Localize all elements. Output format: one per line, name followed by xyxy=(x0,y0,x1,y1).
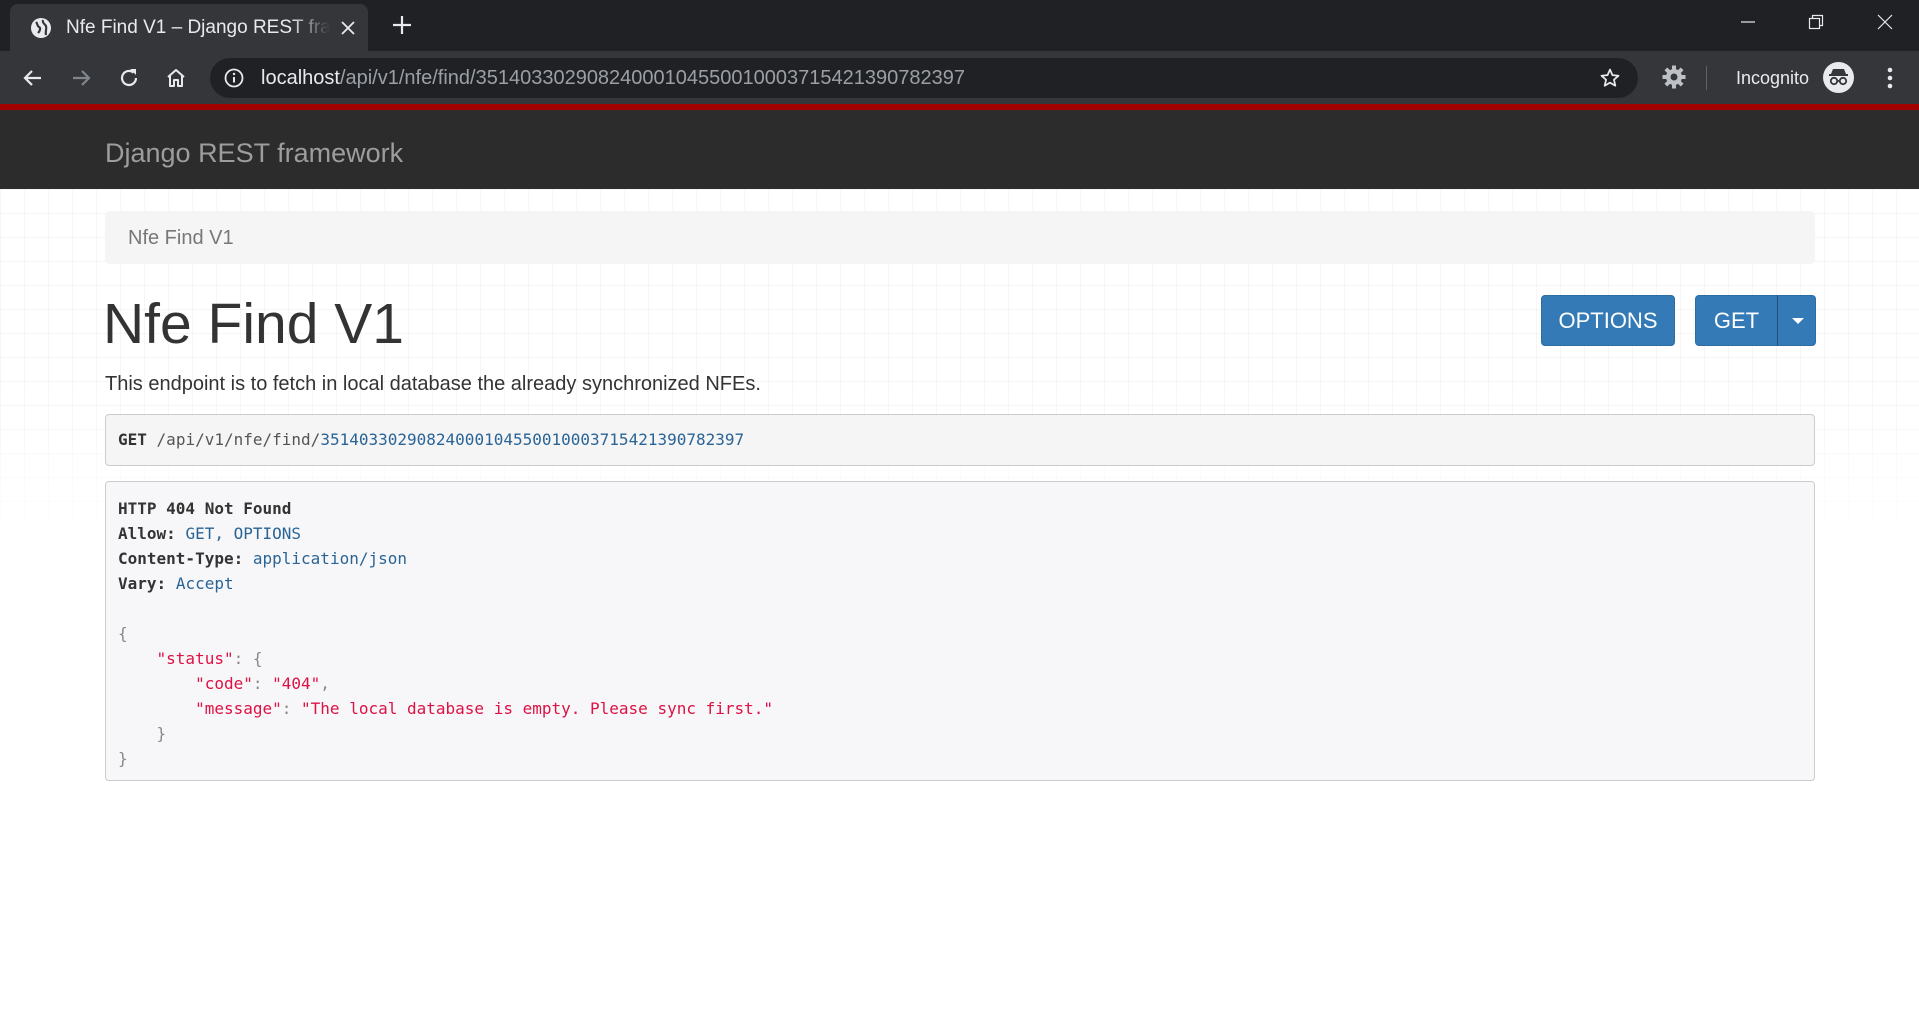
forward-icon[interactable] xyxy=(67,64,95,92)
request-method: GET xyxy=(118,430,147,449)
header-name: Content-Type: xyxy=(118,549,244,568)
toolbar-divider xyxy=(1706,66,1707,90)
drf-navbar: Django REST framework xyxy=(0,104,1919,189)
more-icon[interactable] xyxy=(1878,65,1902,91)
options-button[interactable]: OPTIONS xyxy=(1541,295,1675,346)
json-key-code: "code" xyxy=(195,674,253,693)
home-icon[interactable] xyxy=(162,64,190,92)
response-status-line: HTTP 404 Not Found xyxy=(118,499,292,518)
browser-tab[interactable]: Nfe Find V1 – Django REST framework xyxy=(10,4,368,51)
get-button[interactable]: GET xyxy=(1695,295,1778,346)
json-key-message: "message" xyxy=(195,699,282,718)
url-host: localhost xyxy=(261,67,340,89)
request-path-prefix: /api/v1/nfe/find/ xyxy=(156,430,321,449)
restore-icon[interactable] xyxy=(1786,0,1846,44)
request-info: GET /api/v1/nfe/find/3514033029082400010… xyxy=(105,414,1815,466)
browser-toolbar: localhost/api/v1/nfe/find/35140330290824… xyxy=(0,51,1919,104)
window-close-icon[interactable] xyxy=(1855,0,1915,44)
star-icon[interactable] xyxy=(1599,67,1621,89)
breadcrumb: Nfe Find V1 xyxy=(105,211,1815,264)
json-value-code: "404" xyxy=(272,674,321,693)
header-value: GET, OPTIONS xyxy=(185,524,302,543)
json-key-status: "status" xyxy=(156,649,234,668)
page-title: Nfe Find V1 xyxy=(103,292,404,356)
info-icon[interactable] xyxy=(224,68,244,88)
plus-icon[interactable] xyxy=(390,13,414,37)
caret-down-icon xyxy=(1792,318,1804,324)
incognito-icon[interactable] xyxy=(1823,62,1854,93)
minimize-icon[interactable] xyxy=(1718,0,1778,44)
url-path: /api/v1/nfe/find/35140330290824000104550… xyxy=(339,67,965,89)
breadcrumb-item-active: Nfe Find V1 xyxy=(128,227,234,249)
header-name: Vary: xyxy=(118,574,167,593)
close-icon[interactable] xyxy=(338,18,358,38)
request-path-key: 3514033029082400010455001000371542139078… xyxy=(320,430,745,449)
endpoint-description: This endpoint is to fetch in local datab… xyxy=(105,373,761,395)
header-value: Accept xyxy=(175,574,234,593)
extension-gear-icon[interactable] xyxy=(1661,64,1687,90)
globe-icon xyxy=(30,17,52,39)
address-bar[interactable]: localhost/api/v1/nfe/find/35140330290824… xyxy=(210,58,1638,98)
reload-icon[interactable] xyxy=(115,64,143,92)
url-text: localhost/api/v1/nfe/find/35140330290824… xyxy=(261,67,965,89)
json-value-message: "The local database is empty. Please syn… xyxy=(301,699,774,718)
get-format-dropdown-toggle[interactable] xyxy=(1777,295,1816,346)
navbar-brand[interactable]: Django REST framework xyxy=(105,138,403,168)
tab-title: Nfe Find V1 – Django REST framework xyxy=(66,17,330,38)
back-icon[interactable] xyxy=(19,64,47,92)
browser-titlebar: Nfe Find V1 – Django REST framework xyxy=(0,0,1919,51)
incognito-label: Incognito xyxy=(1736,68,1810,88)
header-name: Allow: xyxy=(118,524,176,543)
response-info: HTTP 404 Not Found Allow: GET, OPTIONS C… xyxy=(105,481,1815,781)
header-value: application/json xyxy=(252,549,407,568)
